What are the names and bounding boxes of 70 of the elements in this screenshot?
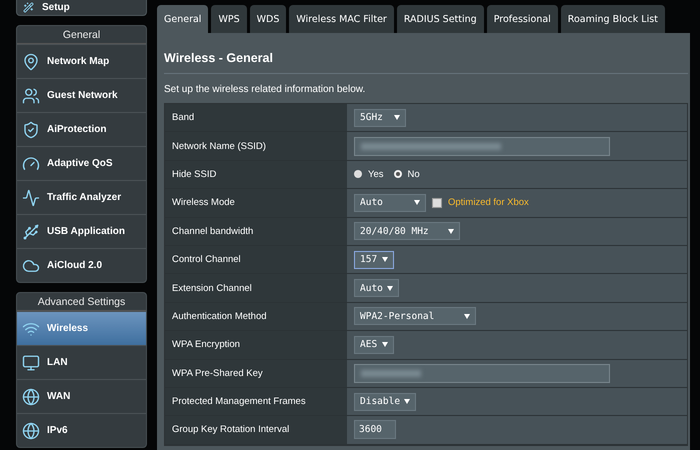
sidebar-item[interactable]: Network Map: [17, 44, 146, 78]
checkbox[interactable]: [432, 198, 442, 208]
caret-icon: [382, 257, 388, 262]
radio-button[interactable]: [394, 170, 402, 178]
setting-label: Hide SSID: [165, 160, 347, 188]
panel-description: Set up the wireless related information below.: [164, 83, 366, 97]
input-field[interactable]: [354, 136, 610, 156]
setting-label: Band: [165, 104, 347, 132]
usb-icon: [22, 222, 40, 240]
pulse-icon: [22, 188, 40, 206]
tab[interactable]: Roaming Block List: [560, 5, 665, 33]
dropdown[interactable]: WPA2-Personal: [354, 307, 476, 326]
tab[interactable]: Professional: [486, 5, 558, 33]
sidebar-item[interactable]: Guest Network: [17, 78, 146, 112]
gauge-icon: [22, 154, 40, 172]
dropdown[interactable]: 20/40/80 MHz: [354, 222, 460, 240]
sidebar-item[interactable]: Adaptive QoS: [17, 146, 146, 180]
checkbox-label: Optimized for Xbox: [448, 197, 529, 208]
radio-label: Yes: [368, 168, 384, 180]
sidebar-item[interactable]: USB Application: [17, 214, 146, 248]
dropdown[interactable]: 5GHz: [354, 108, 406, 127]
sidebar-item[interactable]: Traffic Analyzer: [17, 180, 146, 214]
map-pin-icon: [22, 52, 40, 70]
setting-label: Network Name (SSID): [165, 132, 347, 160]
setting-label: Group Key Rotation Interval: [165, 416, 347, 444]
caret-icon: [464, 314, 470, 319]
sidebar-item[interactable]: Wireless: [17, 311, 146, 345]
caret-icon: [448, 228, 454, 234]
shield-icon: [22, 120, 40, 138]
sidebar-item[interactable]: WAN: [17, 379, 146, 413]
setting-label: Protected Management Frames: [165, 388, 347, 416]
input-field[interactable]: [354, 364, 610, 383]
dropdown[interactable]: Auto: [354, 194, 426, 212]
input-field[interactable]: 3600: [354, 420, 396, 440]
radio-label: No: [408, 168, 420, 180]
sidebar-item[interactable]: AiCloud 2.0: [17, 248, 146, 282]
dropdown[interactable]: Auto: [354, 279, 399, 298]
people-icon: [22, 86, 40, 104]
dropdown[interactable]: Disable: [354, 392, 416, 411]
setting-label: Control Channel: [165, 246, 347, 274]
globe-icon: [22, 388, 40, 406]
radio-button[interactable]: [354, 170, 362, 178]
setting-label: Wireless Mode: [165, 189, 347, 217]
setting-label: WPA Pre-Shared Key: [165, 360, 347, 387]
tab[interactable]: RADIUS Setting: [396, 5, 484, 33]
dropdown[interactable]: 157: [354, 250, 394, 269]
tab[interactable]: Wireless MAC Filter: [289, 5, 394, 33]
tab[interactable]: WPS: [211, 5, 247, 33]
setting-label: Extension Channel: [165, 274, 347, 302]
panel-title: Wireless - General: [164, 33, 688, 74]
caret-icon: [382, 342, 388, 348]
group-title: General: [17, 26, 146, 44]
sidebar-item[interactable]: Setup: [16, 0, 147, 16]
blurred-text: [361, 370, 421, 377]
caret-icon: [404, 399, 410, 404]
setting-label: WPA Encryption: [165, 331, 347, 359]
setting-label: Authentication Method: [165, 302, 347, 330]
tab[interactable]: WDS: [250, 5, 286, 33]
tab[interactable]: General: [157, 5, 208, 33]
wand-icon: [23, 2, 34, 13]
sidebar-item[interactable]: LAN: [17, 345, 146, 379]
caret-icon: [394, 115, 400, 120]
globe-icon: [22, 422, 40, 440]
setting-label: Channel bandwidth: [165, 218, 347, 245]
dropdown[interactable]: AES: [354, 336, 394, 354]
caret-icon: [386, 286, 393, 291]
sidebar-item[interactable]: IPv6: [17, 413, 146, 447]
monitor-icon: [22, 354, 40, 372]
caret-icon: [414, 200, 420, 206]
sidebar-item[interactable]: AiProtection: [17, 112, 146, 146]
